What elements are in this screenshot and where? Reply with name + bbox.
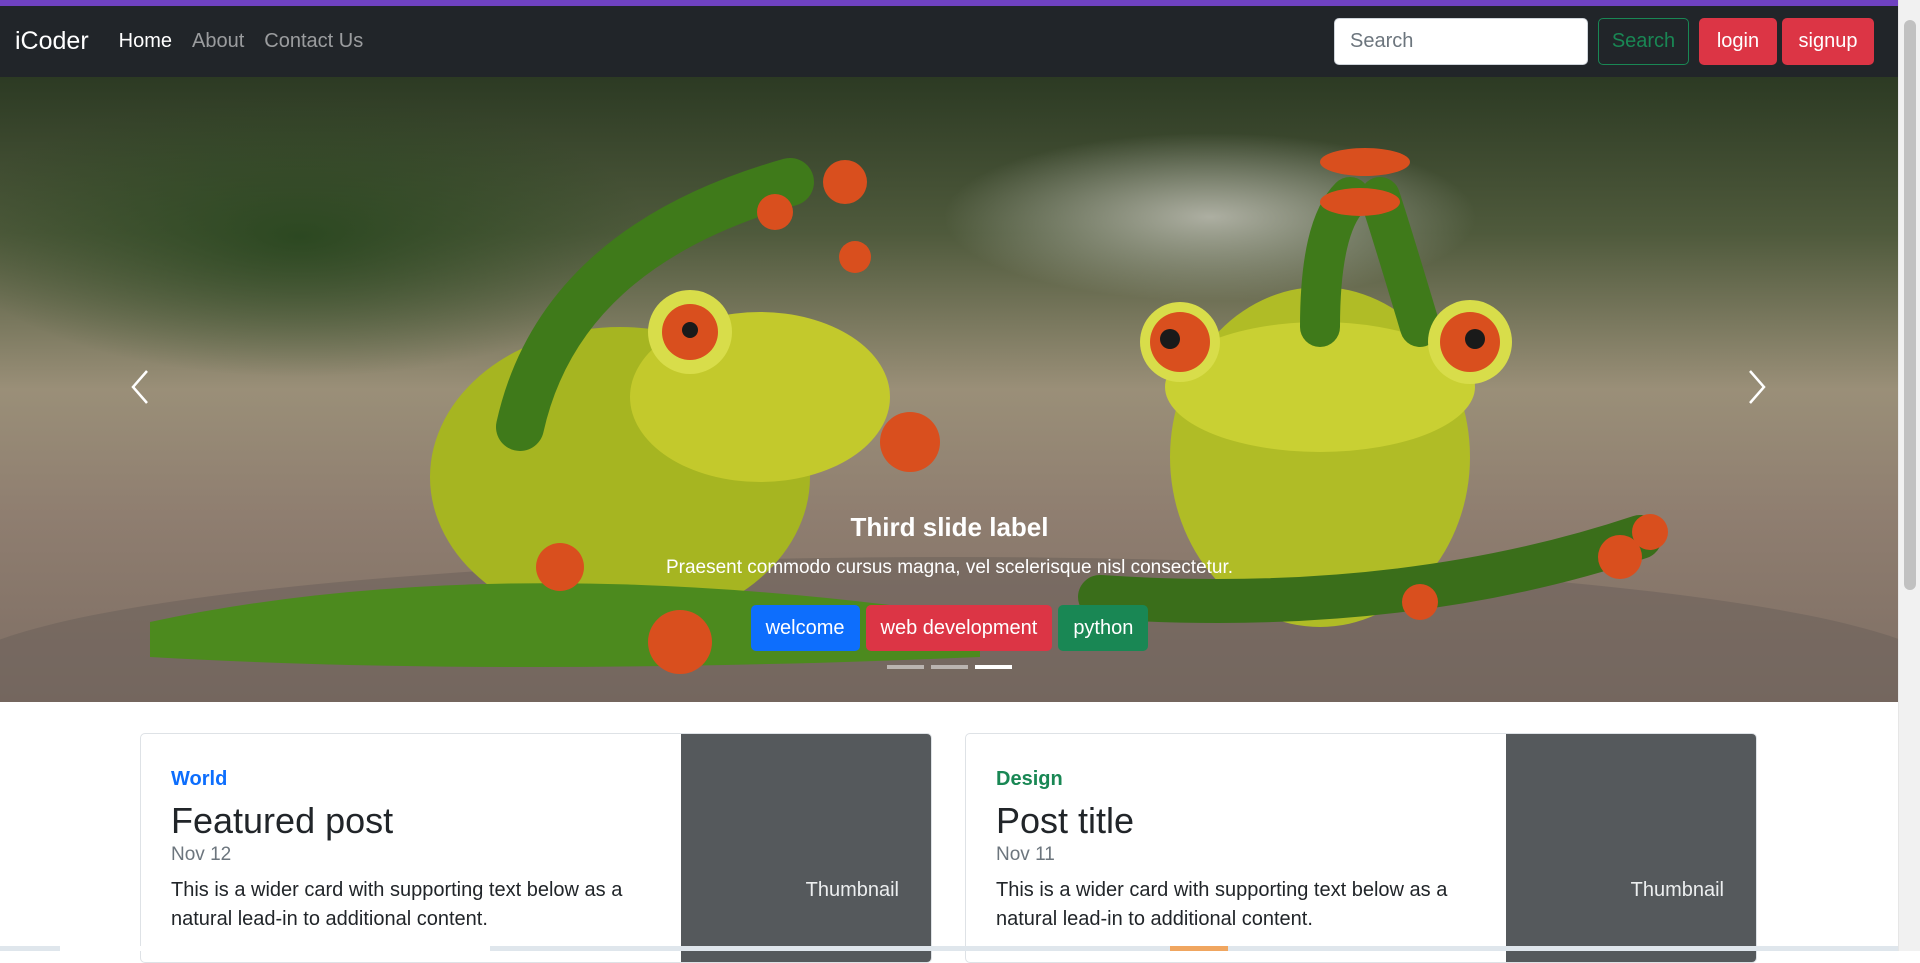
- tag-web-development[interactable]: web development: [865, 605, 1053, 651]
- thumbnail-label: Thumbnail: [805, 879, 899, 901]
- card-thumbnail: Thumbnail: [681, 734, 931, 962]
- carousel-next-button[interactable]: [1717, 347, 1797, 427]
- card-category: Design: [996, 768, 1063, 790]
- post-card-design: Design Post title Nov 11 This is a wider…: [965, 733, 1757, 963]
- bottom-strip: [0, 946, 1899, 951]
- nav-actions: Search login signup: [1334, 18, 1874, 65]
- tag-row: welcome web development python: [0, 605, 1899, 651]
- nav-links: Home About Contact Us: [119, 30, 384, 53]
- carousel-indicators: [0, 665, 1899, 669]
- scrollbar-thumb[interactable]: [1904, 20, 1916, 590]
- carousel-indicator-1[interactable]: [887, 665, 924, 669]
- signup-button[interactable]: signup: [1782, 18, 1874, 65]
- brand-logo[interactable]: iCoder: [15, 27, 89, 56]
- card-date: Nov 12: [171, 844, 232, 866]
- carousel-indicator-2[interactable]: [931, 665, 968, 669]
- card-body: Design Post title Nov 11 This is a wider…: [996, 768, 1496, 934]
- tag-welcome[interactable]: welcome: [750, 605, 860, 651]
- card-title: Featured post: [171, 800, 394, 841]
- chevron-right-icon: [1749, 370, 1766, 404]
- thumbnail-label: Thumbnail: [1630, 879, 1724, 901]
- nav-link-about[interactable]: About: [192, 30, 244, 53]
- card-date: Nov 11: [996, 844, 1055, 866]
- carousel-prev-button[interactable]: [100, 347, 180, 427]
- chevron-left-icon: [131, 370, 148, 404]
- navbar: iCoder Home About Contact Us Search logi…: [0, 6, 1899, 77]
- nav-link-home[interactable]: Home: [119, 30, 172, 53]
- nav-link-contact[interactable]: Contact Us: [264, 30, 363, 53]
- search-button[interactable]: Search: [1598, 18, 1689, 65]
- card-category: World: [171, 768, 228, 790]
- page-scrollbar[interactable]: [1898, 0, 1920, 951]
- card-body: World Featured post Nov 12 This is a wid…: [171, 768, 671, 934]
- card-title: Post title: [996, 800, 1135, 841]
- carousel-caption-text: Praesent commodo cursus magna, vel scele…: [665, 557, 1234, 578]
- search-input[interactable]: [1334, 18, 1588, 65]
- tag-python[interactable]: python: [1058, 605, 1149, 651]
- card-text: This is a wider card with supporting tex…: [996, 879, 1448, 931]
- hero-carousel: Third slide label Praesent commodo cursu…: [0, 77, 1899, 702]
- card-text: This is a wider card with supporting tex…: [171, 879, 623, 931]
- carousel-caption-title: Third slide label: [850, 512, 1049, 542]
- post-card-featured: World Featured post Nov 12 This is a wid…: [140, 733, 932, 963]
- login-button[interactable]: login: [1699, 18, 1777, 65]
- carousel-indicator-3[interactable]: [975, 665, 1012, 669]
- card-thumbnail: Thumbnail: [1506, 734, 1756, 962]
